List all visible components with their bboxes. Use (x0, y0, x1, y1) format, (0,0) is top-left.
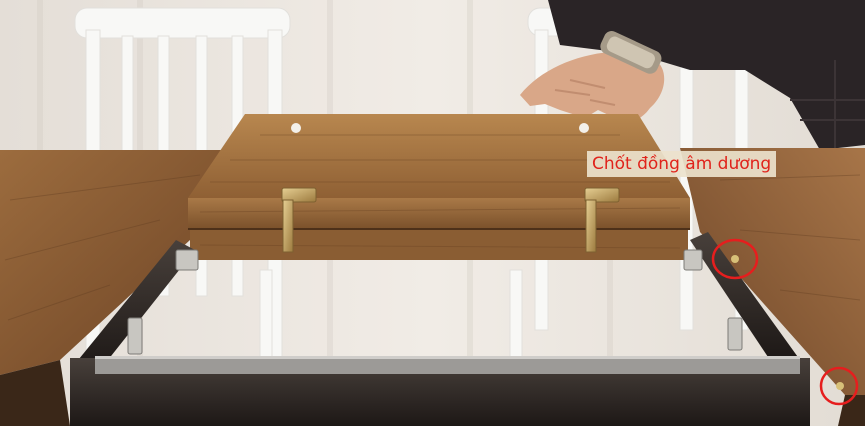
brass-dowel-receiver-lower (836, 382, 844, 390)
frame-rail-highlight (95, 356, 800, 359)
dowel-pin-right (579, 123, 589, 133)
product-photo-scene: Chốt đồng âm dương (0, 0, 865, 426)
table-photo (0, 0, 865, 426)
brass-dowel-receiver-upper (731, 255, 739, 263)
annotation-caption: Chốt đồng âm dương (587, 151, 777, 177)
dowel-pin-left (291, 123, 301, 133)
